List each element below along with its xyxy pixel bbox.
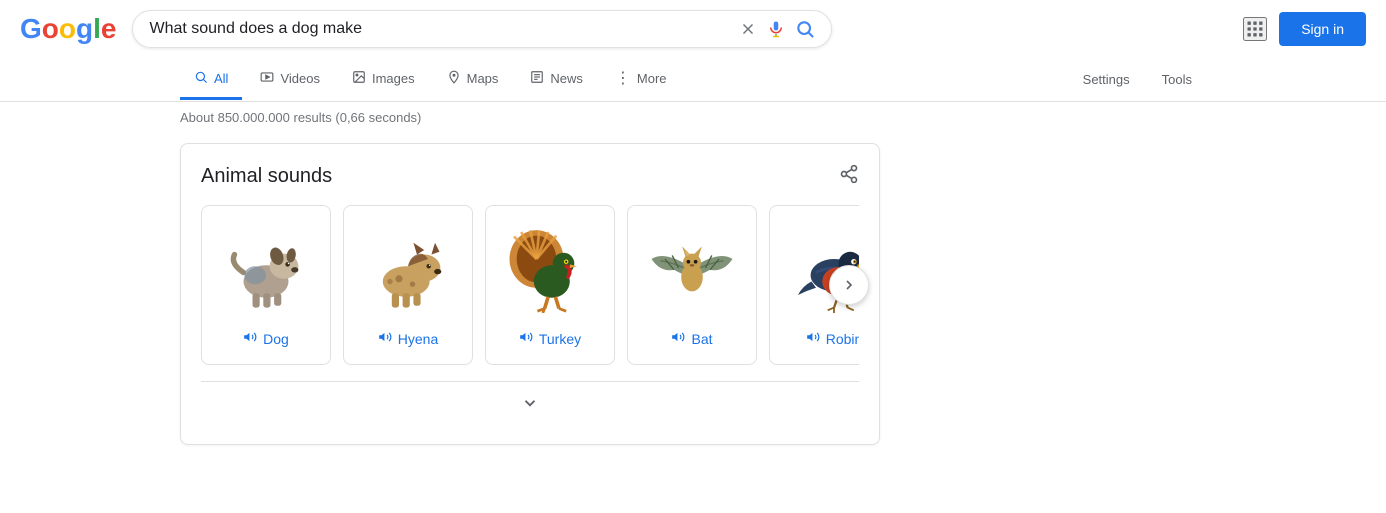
settings-button[interactable]: Settings (1069, 62, 1144, 97)
more-icon: ⋮ (615, 68, 631, 88)
tab-all[interactable]: All (180, 60, 242, 100)
hyena-label: Hyena (378, 330, 438, 347)
tab-news-label: News (550, 71, 583, 86)
robin-label: Robin (806, 330, 859, 347)
news-icon (530, 70, 544, 87)
header: Google (0, 0, 1386, 58)
tab-images-label: Images (372, 71, 415, 86)
animal-card-dog[interactable]: Dog (201, 205, 331, 365)
tab-maps[interactable]: Maps (433, 60, 513, 100)
animal-card-turkey[interactable]: Turkey (485, 205, 615, 365)
tab-videos-label: Videos (280, 71, 320, 86)
tab-all-label: All (214, 71, 228, 86)
sound-icon-bat (671, 330, 685, 347)
hyena-name: Hyena (398, 331, 438, 347)
tools-button[interactable]: Tools (1148, 62, 1206, 97)
sound-icon-hyena (378, 330, 392, 347)
carousel-next-button[interactable] (829, 265, 869, 305)
turkey-name: Turkey (539, 331, 581, 347)
sound-icon-dog (243, 330, 257, 347)
dog-name: Dog (263, 331, 289, 347)
animal-carousel: Dog (201, 205, 859, 365)
apps-button[interactable] (1243, 17, 1267, 41)
animal-card-bat[interactable]: Bat (627, 205, 757, 365)
images-icon (352, 70, 366, 87)
sound-icon-turkey (519, 330, 533, 347)
nav-right: Settings Tools (1069, 62, 1206, 97)
turkey-label: Turkey (519, 330, 581, 347)
animal-card-hyena[interactable]: Hyena (343, 205, 473, 365)
sign-in-button[interactable]: Sign in (1279, 12, 1366, 46)
card-expand-button[interactable] (201, 381, 859, 424)
header-right: Sign in (1243, 12, 1366, 46)
all-icon (194, 70, 208, 87)
tab-more[interactable]: ⋮ More (601, 58, 681, 101)
share-button[interactable] (839, 164, 859, 189)
tab-more-label: More (637, 71, 667, 86)
search-input[interactable] (149, 20, 729, 38)
search-bar-wrapper (132, 10, 832, 48)
mic-button[interactable] (767, 20, 785, 38)
sound-icon-robin (806, 330, 820, 347)
tab-news[interactable]: News (516, 60, 597, 100)
robin-name: Robin (826, 331, 859, 347)
dog-image (216, 218, 316, 318)
carousel-container: Dog (201, 205, 859, 365)
bat-name: Bat (691, 331, 712, 347)
dog-label: Dog (243, 330, 289, 347)
results-info: About 850.000.000 results (0,66 seconds) (0, 102, 1386, 133)
nav-tabs: All Videos Images Maps (0, 58, 1386, 102)
animal-sounds-card: Animal sounds (180, 143, 880, 445)
videos-icon (260, 70, 274, 87)
tab-images[interactable]: Images (338, 60, 429, 100)
tab-maps-label: Maps (467, 71, 499, 86)
turkey-image (500, 218, 600, 318)
search-submit-button[interactable] (795, 19, 815, 39)
search-bar (132, 10, 832, 48)
google-logo[interactable]: Google (20, 13, 116, 45)
tab-videos[interactable]: Videos (246, 60, 334, 100)
clear-button[interactable] (739, 20, 757, 38)
maps-icon (447, 70, 461, 87)
bat-image (642, 218, 742, 318)
hyena-image (358, 218, 458, 318)
card-title: Animal sounds (201, 165, 332, 188)
main-content: Animal sounds (0, 133, 1386, 455)
card-header: Animal sounds (201, 164, 859, 189)
bat-label: Bat (671, 330, 712, 347)
